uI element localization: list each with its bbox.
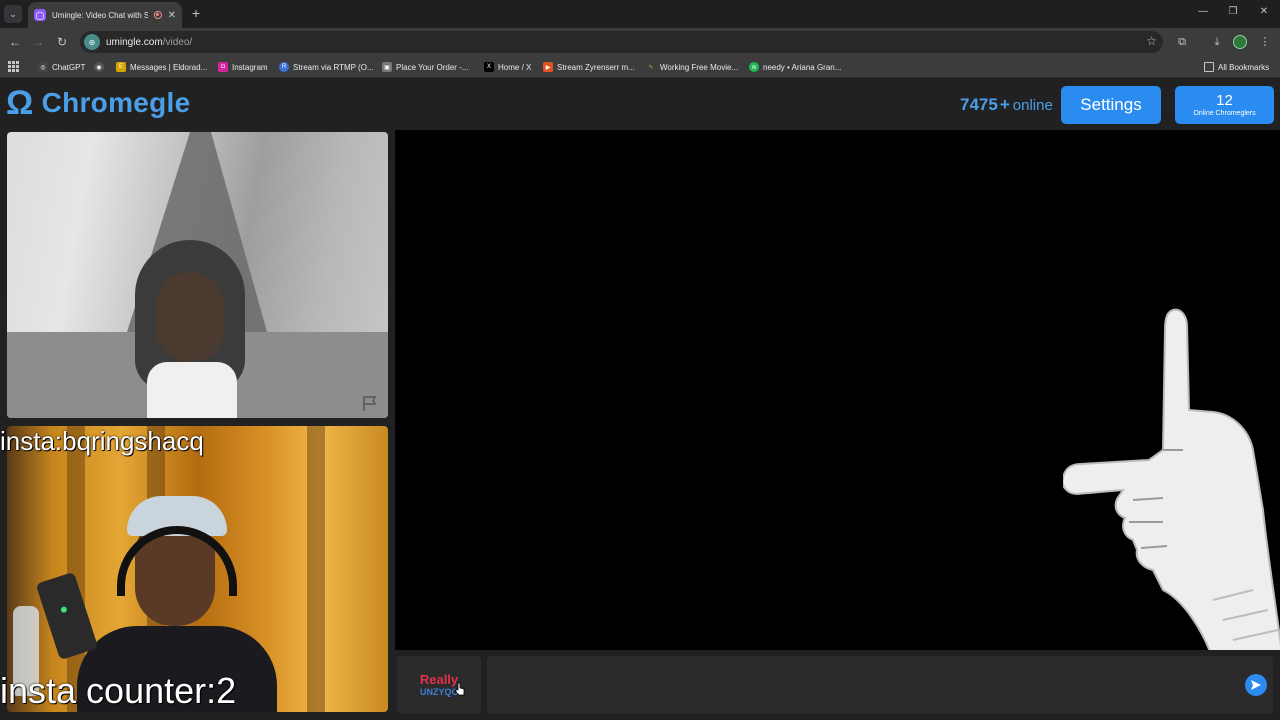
stranger-video [7, 132, 388, 418]
online-label: online [1012, 97, 1053, 114]
browser-tab-strip: ⌄ ◯ Umingle: Video Chat with S ✕ + — ❐ ✕ [0, 0, 1280, 28]
chat-message-input[interactable] [487, 656, 1273, 714]
minimize-icon[interactable]: — [1196, 6, 1210, 17]
mic-led [60, 605, 68, 614]
online-chromeglers-button[interactable]: 12 Online Chromeglers [1175, 86, 1274, 124]
main-video [395, 130, 1280, 650]
spotify-icon: ≋ [749, 62, 759, 72]
headphones [117, 526, 237, 596]
bookmark-stream[interactable]: ▶ Stream Zyrenserr m... [543, 60, 635, 74]
bookmark-spotify[interactable]: ≋ needy • Ariana Gran... [749, 60, 841, 74]
hand-cursor-icon [455, 682, 465, 696]
site-info-icon[interactable]: ⊕ [84, 34, 100, 50]
bookmark-star-icon[interactable]: ☆ [1146, 34, 1157, 48]
instagram-icon: ◘ [218, 62, 228, 72]
stranger-face [155, 272, 225, 362]
curtain-fold [307, 426, 325, 712]
order-icon: ▣ [382, 62, 392, 72]
stranger-shirt [147, 362, 237, 418]
bookmark-label: Place Your Order -... [396, 62, 469, 72]
insta-handle-overlay: insta:bqringshacq [0, 426, 204, 456]
browser-menu-icon[interactable]: ⋮ [1257, 34, 1273, 50]
tab-search-icon[interactable]: ⌄ [4, 5, 22, 23]
folder-icon [1204, 62, 1214, 72]
address-bar[interactable]: ⊕ umingle.com/video/ ☆ [80, 31, 1163, 53]
downloads-icon[interactable]: ⤓ [1209, 34, 1225, 50]
chat-bar: Really UNZYQC [395, 652, 1280, 720]
bookmark-eldorado[interactable]: E Messages | Eldorad... [116, 60, 207, 74]
chromeglers-label: Online Chromeglers [1193, 109, 1256, 117]
new-tab-icon[interactable]: + [188, 5, 204, 21]
recording-indicator-icon [153, 11, 162, 19]
profile-avatar[interactable] [1233, 35, 1247, 49]
url-path: /video/ [162, 36, 193, 48]
all-bookmarks-label: All Bookmarks [1218, 62, 1270, 72]
pointing-hand-graphic [1063, 308, 1280, 650]
send-icon [1251, 680, 1261, 690]
x-icon: X [484, 62, 494, 72]
bookmark-label: ChatGPT [52, 62, 86, 72]
online-counter: 7475 + online [960, 95, 1053, 115]
forward-icon[interactable]: → [30, 34, 46, 50]
bookmark-chatgpt[interactable]: ◎ ChatGPT [38, 60, 85, 74]
bookmark-instagram[interactable]: ◘ Instagram [218, 60, 268, 74]
movie-icon: ✎ [648, 64, 654, 71]
bookmark-label: needy • Ariana Gran... [763, 62, 842, 72]
bookmark-rtmp[interactable]: R Stream via RTMP (O... [279, 60, 374, 74]
bookmark-label: Working Free Movie... [660, 62, 739, 72]
extensions-icon[interactable]: ⧉ [1174, 34, 1190, 50]
eldorado-icon: E [116, 62, 126, 72]
rtmp-icon: R [279, 62, 289, 72]
browser-tab-active[interactable]: ◯ Umingle: Video Chat with S ✕ [28, 2, 182, 28]
send-message-button[interactable] [1245, 674, 1267, 696]
online-count: 7475 [960, 95, 998, 114]
stream-icon: ▶ [543, 62, 553, 72]
browser-toolbar: ← → ↻ ⊕ umingle.com/video/ ☆ ⧉ ⤓ ⋮ [0, 28, 1280, 56]
restore-icon[interactable]: ❐ [1226, 6, 1240, 17]
chatgpt-icon: ◎ [38, 62, 48, 72]
umingle-favicon-icon: ◯ [34, 9, 46, 21]
really-logo-button[interactable]: Really UNZYQC [397, 656, 481, 714]
bookmark-order[interactable]: ▣ Place Your Order -... [382, 60, 468, 74]
chromeglers-count: 12 [1216, 91, 1233, 109]
tab-close-icon[interactable]: ✕ [168, 10, 176, 21]
bookmark-x[interactable]: X Home / X [484, 60, 531, 74]
all-bookmarks[interactable]: All Bookmarks [1204, 60, 1269, 74]
bookmark-label: Stream via RTMP (O... [293, 62, 374, 72]
bookmark-globe[interactable]: ◉ [94, 60, 108, 74]
logo-text: Chromegle [41, 87, 191, 118]
tab-title: Umingle: Video Chat with S [52, 10, 148, 20]
url-host: umingle.com [106, 36, 163, 48]
really-logo-subtext: UNZYQC [420, 687, 458, 697]
bookmark-label: Messages | Eldorad... [130, 62, 208, 72]
bookmark-movies[interactable]: ✎ Working Free Movie... [646, 60, 738, 74]
chromegle-logo[interactable]: Ω Chromegle [6, 86, 191, 120]
report-flag-icon[interactable] [361, 394, 379, 412]
bookmarks-bar: ◎ ChatGPT ◉ E Messages | Eldorad... ◘ Insta… [0, 56, 1280, 78]
globe-icon: ◉ [94, 62, 104, 72]
window-close-icon[interactable]: ✕ [1257, 6, 1271, 17]
apps-grid-icon[interactable] [8, 61, 19, 72]
omega-logo-icon: Ω [6, 84, 34, 122]
insta-counter-overlay: insta counter:2 [0, 670, 237, 711]
bookmark-label: Stream Zyrenserr m... [557, 62, 635, 72]
reload-icon[interactable]: ↻ [54, 34, 70, 50]
settings-button[interactable]: Settings [1061, 86, 1161, 124]
back-icon[interactable]: ← [7, 34, 23, 50]
really-logo-text: Really [419, 672, 459, 687]
bookmark-label: Instagram [232, 62, 268, 72]
online-plus: + [999, 95, 1010, 114]
bookmark-label: Home / X [498, 62, 532, 72]
chromegle-page: Ω Chromegle 7475 + online Settings 12 On… [0, 80, 1280, 720]
